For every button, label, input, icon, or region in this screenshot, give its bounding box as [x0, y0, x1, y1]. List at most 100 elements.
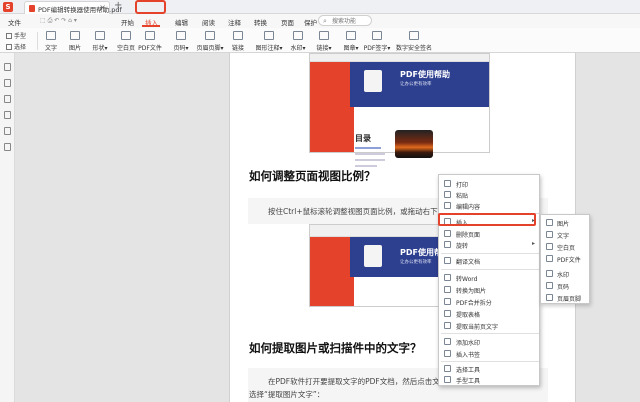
sub-pdf-file[interactable]: PDF文件	[541, 253, 589, 265]
stamp-icon	[346, 31, 356, 40]
sub-blank-page[interactable]: 空白页	[541, 241, 589, 253]
thumb-subtitle: 让办公更有效率	[400, 82, 432, 87]
shape-icon	[95, 31, 105, 40]
link-icon	[319, 31, 329, 40]
select-tool[interactable]: 选择	[6, 42, 26, 51]
ctx-insert-bookmark[interactable]: 插入书签	[439, 349, 539, 359]
tab-page[interactable]: 页面	[281, 17, 294, 27]
pdf-file-icon	[145, 31, 155, 40]
ctx-merge-split[interactable]: PDF合并拆分	[439, 297, 539, 307]
heading-view-scale: 如何调整页面视图比例？	[249, 169, 376, 183]
ctx-hand-tool[interactable]: 手型工具	[439, 375, 539, 385]
insert-pdf-button[interactable]: PDF文件	[135, 31, 165, 53]
ctx-extract-text[interactable]: 提取当前页文字	[439, 321, 539, 331]
text-extract-icon	[444, 322, 451, 329]
text-icon	[46, 31, 56, 40]
hand-tool[interactable]: 手型	[6, 31, 26, 40]
ctx-paste[interactable]: 粘贴	[439, 190, 539, 200]
pdf-sign-button[interactable]: PDF签字▾	[362, 31, 392, 53]
comment-icon[interactable]	[4, 95, 11, 103]
sub-image[interactable]: 图片	[541, 217, 589, 229]
sub-header-footer[interactable]: 页眉页脚	[541, 292, 589, 304]
search-box[interactable]: ⌕	[318, 15, 372, 26]
header-footer-icon	[546, 294, 553, 301]
ctx-delete-page[interactable]: 删除页面	[439, 229, 539, 239]
ctx-edit-content[interactable]: 编辑内容	[439, 201, 539, 211]
delete-page-icon	[444, 230, 451, 237]
ctx-print[interactable]: 打印	[439, 179, 539, 189]
ctx-select-tool[interactable]: 选择工具	[439, 364, 539, 374]
tab-start[interactable]: 开始	[121, 17, 134, 27]
thumb-title: PDF使用帮助	[400, 70, 450, 79]
attachment-icon[interactable]	[4, 127, 11, 135]
thumb-subtitle-2: 让办公更有效率	[400, 260, 432, 265]
link-icon	[233, 31, 243, 40]
ctx-add-watermark[interactable]: 添加水印	[439, 337, 539, 347]
tab-read[interactable]: 阅读	[202, 17, 215, 27]
paragraph-extract-text-1: 在PDF软件打开要提取文字的PDF文档，然后点击文	[268, 377, 440, 386]
document-tab-label: PDF编辑转换器使用帮助.pdf	[38, 6, 122, 14]
ctx-rotate[interactable]: 旋转 ▸	[439, 240, 539, 250]
link-dropdown-button[interactable]: 链接▾	[309, 31, 339, 53]
image-icon	[546, 219, 553, 226]
hand-icon	[444, 376, 451, 383]
close-tab-icon[interactable]: ×	[99, 3, 106, 12]
tab-annotate[interactable]: 注释	[228, 17, 241, 27]
word-icon	[444, 274, 451, 281]
link-button[interactable]: 链接	[223, 31, 253, 53]
sub-page-number[interactable]: 页码	[541, 280, 589, 292]
quick-access-icons[interactable]: ⬚ ⎙ ↶ ↷ ⌂ ▾	[40, 17, 77, 25]
new-tab-button[interactable]: +	[114, 0, 122, 11]
watermark-icon	[293, 31, 303, 40]
document-card-icon	[364, 70, 382, 92]
page-number-icon	[546, 282, 553, 289]
layers-icon[interactable]	[4, 143, 11, 151]
tab-edit[interactable]: 编辑	[175, 17, 188, 27]
sub-watermark[interactable]: 水印	[541, 268, 589, 280]
graphic-annotation-icon	[264, 31, 274, 40]
edit-icon	[444, 202, 451, 209]
tab-convert[interactable]: 转换	[254, 17, 267, 27]
image-icon	[70, 31, 80, 40]
ctx-translate[interactable]: 翻译文档	[439, 256, 539, 266]
merge-icon	[444, 298, 451, 305]
menu-file[interactable]: 文件	[8, 17, 21, 27]
pdf-file-icon	[29, 5, 35, 12]
graphic-annotation-button[interactable]: 图形注释▾	[252, 31, 286, 53]
ctx-to-word[interactable]: 转Word	[439, 273, 539, 283]
translate-icon	[444, 257, 451, 264]
image-convert-icon	[444, 286, 451, 293]
left-sidebar	[0, 53, 15, 402]
select-icon	[444, 365, 451, 372]
digital-signature-button[interactable]: 数字安全签名	[394, 31, 434, 53]
ctx-extract-table[interactable]: 提取表格	[439, 309, 539, 319]
paragraph-extract-text-2: 选择“提取图片文字”：	[249, 390, 325, 399]
signature-icon	[372, 31, 382, 40]
header-footer-icon	[205, 31, 215, 40]
tab-protect[interactable]: 保护	[304, 17, 317, 27]
sub-text[interactable]: 文字	[541, 229, 589, 241]
document-tab[interactable]: PDF编辑转换器使用帮助.pdf ×	[24, 1, 122, 14]
paste-icon	[444, 191, 451, 198]
bookmark-icon	[444, 350, 451, 357]
bookmark-panel-icon[interactable]	[4, 79, 11, 87]
thumbnail-icon[interactable]	[4, 63, 11, 71]
header-footer-button[interactable]: 页眉页脚▾	[193, 31, 227, 53]
sunset-image	[395, 130, 433, 158]
printer-icon	[444, 180, 451, 187]
rotate-icon	[444, 241, 451, 248]
text-icon	[546, 231, 553, 238]
search-input[interactable]	[332, 17, 370, 25]
page-number-icon	[176, 31, 186, 40]
document-card-icon	[364, 245, 382, 267]
active-tab-highlight	[135, 0, 166, 14]
app-logo: S	[3, 2, 13, 12]
context-menu: 打印 粘贴 编辑内容 插入 ▸ 删除页面 旋转 ▸ 翻译文档 转Word 转换为图片…	[438, 174, 540, 386]
watermark-icon	[546, 270, 553, 277]
heading-extract-text: 如何提取图片或扫描件中的文字？	[249, 341, 422, 355]
search-panel-icon[interactable]	[4, 111, 11, 119]
ctx-to-image[interactable]: 转换为图片	[439, 285, 539, 295]
chevron-right-icon: ▸	[531, 240, 535, 247]
page-number-button[interactable]: 页码▾	[166, 31, 196, 53]
digital-signature-icon	[409, 31, 419, 40]
